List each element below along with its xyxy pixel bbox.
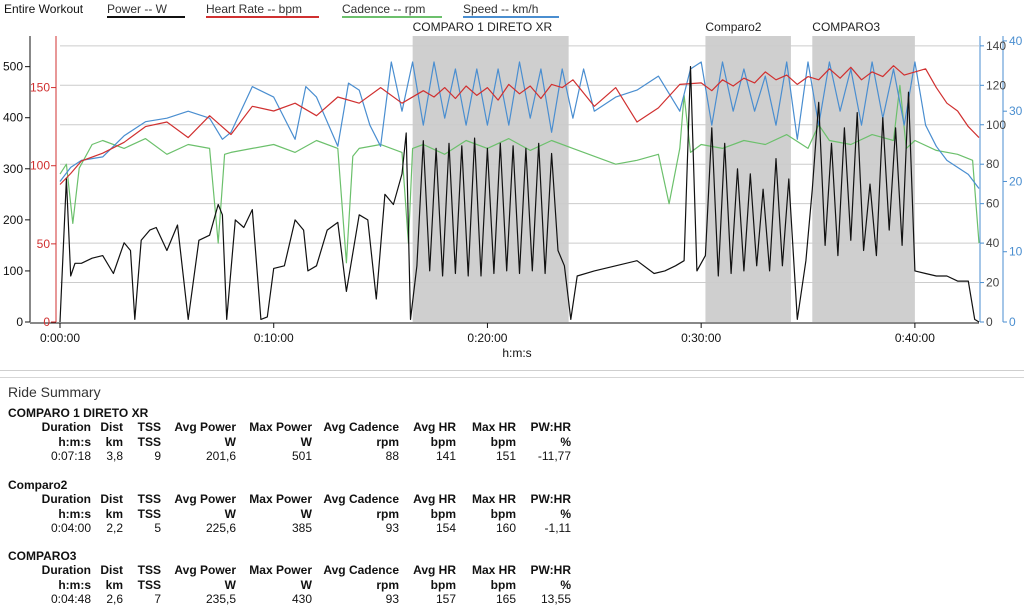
summary-column: PW:HR% 13,55 — [8, 563, 571, 607]
speed-tick-label: 0 — [1009, 315, 1016, 329]
column-unit: % — [560, 506, 571, 521]
column-unit: % — [560, 577, 571, 592]
ride-summary-panel: Ride Summary COMPARO 1 DIRETO XR Duration… — [0, 377, 1024, 614]
column-unit: % — [560, 434, 571, 449]
hr-tick-label: 100 — [30, 159, 50, 173]
legend-label: Cadence -- rpm — [342, 2, 425, 16]
column-value: -1,11 — [544, 521, 571, 535]
x-axis-title: h:m:s — [502, 346, 531, 360]
x-tick-label: 0:00:00 — [40, 331, 80, 345]
power-tick-label: 500 — [3, 60, 23, 74]
highlight-label: COMPARO3 — [812, 20, 880, 34]
legend-label: Heart Rate -- bpm — [206, 2, 302, 16]
speed-tick-label: 30 — [1009, 104, 1023, 118]
column-value: 13,55 — [540, 592, 571, 606]
hr-tick-label: 50 — [37, 237, 51, 251]
legend-title: Entire Workout — [4, 2, 84, 16]
power-tick-label: 0 — [16, 315, 23, 329]
cadence-tick-label: 80 — [986, 157, 1000, 171]
speed-tick-label: 40 — [1009, 34, 1023, 48]
workout-chart[interactable]: Entire Workout Power -- W Heart Rate -- bp… — [0, 0, 1024, 370]
speed-tick-label: 10 — [1009, 245, 1023, 259]
ride-summary-title: Ride Summary — [8, 384, 101, 400]
power-tick-label: 100 — [3, 264, 23, 278]
x-tick-label: 0:10:00 — [254, 331, 294, 345]
summary-column: PW:HR% -1,11 — [8, 492, 571, 536]
power-tick-label: 400 — [3, 111, 23, 125]
section-name: Comparo2 — [8, 478, 68, 492]
cadence-tick-label: 0 — [986, 315, 993, 329]
section-name: COMPARO3 — [8, 549, 77, 563]
x-tick-label: 0:30:00 — [681, 331, 721, 345]
highlight-label: COMPARO 1 DIRETO XR — [413, 20, 553, 34]
column-header: PW:HR — [530, 492, 571, 506]
legend-label: Power -- W — [107, 2, 168, 16]
x-tick-label: 0:20:00 — [467, 331, 507, 345]
highlight-label: Comparo2 — [705, 20, 761, 34]
legend-label: Speed -- km/h — [463, 2, 538, 16]
hr-tick-label: 150 — [30, 81, 50, 95]
column-header: PW:HR — [530, 420, 571, 434]
chart-panel: Entire Workout Power -- W Heart Rate -- bp… — [0, 0, 1024, 371]
column-header: PW:HR — [530, 563, 571, 577]
speed-tick-label: 20 — [1009, 174, 1023, 188]
power-tick-label: 200 — [3, 213, 23, 227]
cadence-tick-label: 100 — [986, 118, 1006, 132]
summary-column: PW:HR% -11,77 — [8, 420, 571, 464]
cadence-tick-label: 20 — [986, 276, 1000, 290]
highlight-range — [412, 36, 569, 322]
cadence-tick-label: 40 — [986, 236, 1000, 250]
section-name: COMPARO 1 DIRETO XR — [8, 406, 149, 420]
cadence-tick-label: 120 — [986, 78, 1006, 92]
power-tick-label: 300 — [3, 162, 23, 176]
x-tick-label: 0:40:00 — [895, 331, 935, 345]
cadence-tick-label: 60 — [986, 197, 1000, 211]
column-value: -11,77 — [537, 449, 571, 463]
hr-tick-label: 0 — [43, 315, 50, 329]
